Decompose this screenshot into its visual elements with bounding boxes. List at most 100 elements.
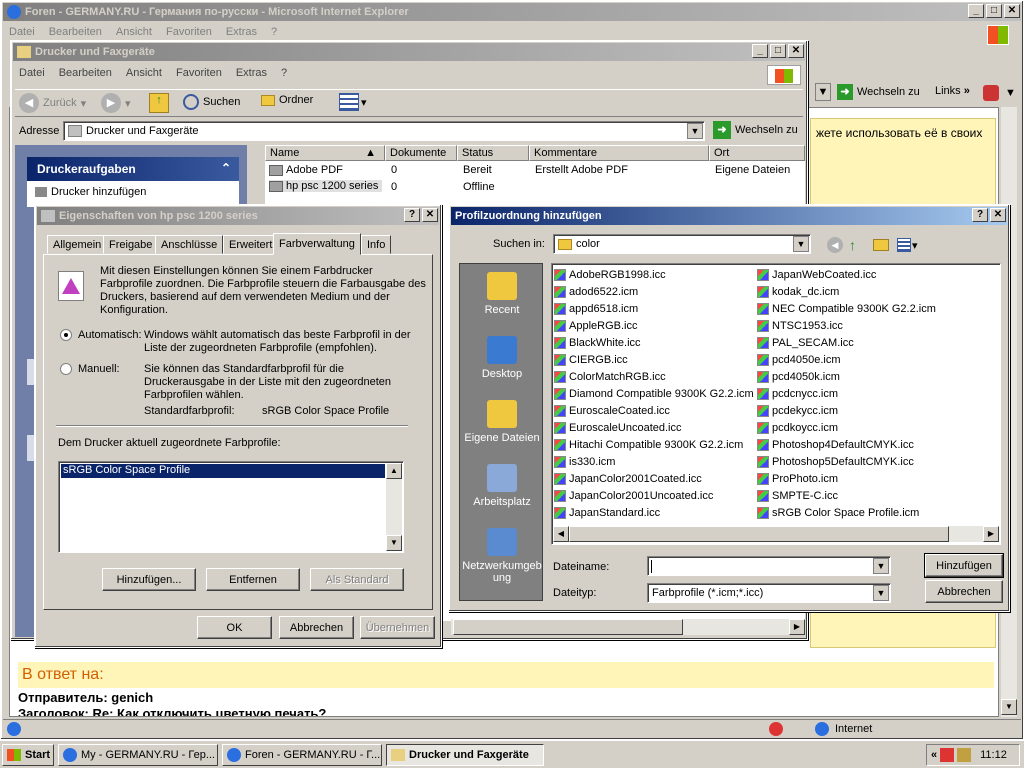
file-item[interactable]: appd6518.icm (554, 300, 638, 317)
file-item[interactable]: NTSC1953.icc (757, 317, 843, 334)
back-icon[interactable]: ◀ (827, 237, 843, 253)
scroll-right-arrow[interactable]: ▶ (789, 619, 805, 635)
taskbar-item-foren-germany[interactable]: Foren - GERMANY.RU - Г... (222, 744, 382, 766)
ie-address-dropdown[interactable]: ▼ (815, 83, 831, 101)
file-item[interactable]: AdobeRGB1998.icc (554, 266, 666, 283)
file-item[interactable]: Diamond Compatible 9300K G2.2.icm (554, 385, 754, 402)
scroll-thumb[interactable] (453, 619, 683, 635)
file-item[interactable]: JapanColor2001Uncoated.icc (554, 487, 713, 504)
ie-title-bar[interactable]: Foren - GERMANY.RU - Германия по-русски … (3, 3, 1021, 21)
menu-ansicht[interactable]: Ansicht (126, 67, 162, 79)
taskbar-item-printers[interactable]: Drucker und Faxgeräte (386, 744, 544, 766)
scroll-right-arrow[interactable]: ▶ (983, 526, 999, 542)
file-item[interactable]: kodak_dc.icm (757, 283, 839, 300)
filetype-combo[interactable]: Farbprofile (*.icm;*.icc) ▼ (647, 583, 891, 603)
tab-farbverwaltung[interactable]: Farbverwaltung (273, 233, 361, 255)
column-comments[interactable]: Kommentare (529, 145, 709, 161)
task-pane-header[interactable]: Druckeraufgaben ⌃ (27, 157, 239, 181)
scroll-left-arrow[interactable]: ◀ (553, 526, 569, 542)
add-profile-title-bar[interactable]: Profilzuordnung hinzufügen (451, 207, 1007, 225)
file-item[interactable]: pcd4050e.icm (757, 351, 841, 368)
file-item[interactable]: JapanWebCoated.icc (757, 266, 876, 283)
filetype-dropdown-arrow[interactable]: ▼ (873, 585, 889, 601)
collapse-chevron-icon[interactable]: ⌃ (221, 161, 231, 175)
list-item[interactable]: sRGB Color Space Profile (61, 464, 385, 478)
close-button[interactable]: ✕ (990, 208, 1006, 222)
menu-bearbeiten[interactable]: Bearbeiten (59, 67, 112, 79)
add-button[interactable]: Hinzufügen (924, 553, 1004, 578)
add-profile-button[interactable]: Hinzufügen... (102, 568, 196, 591)
close-button[interactable]: ✕ (422, 208, 438, 222)
start-button[interactable]: Start (2, 744, 54, 766)
file-item[interactable]: pcdekycc.icm (757, 402, 838, 419)
ie-go-button[interactable]: ➜ Wechseln zu (837, 83, 920, 101)
ie-toolbar-dropdown[interactable]: ▼ (1005, 87, 1016, 99)
new-folder-icon[interactable] (873, 239, 889, 251)
file-item[interactable]: PAL_SECAM.icc (757, 334, 854, 351)
file-item[interactable]: ProPhoto.icm (757, 470, 838, 487)
properties-title-bar[interactable]: Eigenschaften von hp psc 1200 series (37, 207, 439, 225)
folders-button[interactable]: Ordner (261, 94, 313, 106)
column-documents[interactable]: Dokumente (385, 145, 457, 161)
tray-network-icon[interactable] (957, 748, 972, 762)
file-item[interactable]: SMPTE-C.icc (757, 487, 838, 504)
file-item[interactable]: Hitachi Compatible 9300K G2.2.icm (554, 436, 743, 453)
table-row[interactable]: Adobe PDF 0 Bereit Erstellt Adobe PDF Ei… (265, 162, 805, 179)
ie-menu-extras[interactable]: Extras (226, 26, 257, 38)
filename-dropdown-arrow[interactable]: ▼ (873, 558, 889, 574)
file-item[interactable]: CIERGB.icc (554, 351, 628, 368)
tray-expand-chevron-icon[interactable]: « (931, 749, 937, 761)
minimize-button[interactable]: _ (968, 4, 984, 18)
taskbar-item-my-germany[interactable]: My - GERMANY.RU - Гер... (58, 744, 218, 766)
search-button[interactable]: Suchen (183, 94, 240, 110)
maximize-button[interactable]: □ (770, 44, 786, 58)
address-field[interactable]: Drucker und Faxgeräte ▼ (63, 121, 705, 141)
menu-datei[interactable]: Datei (19, 67, 45, 79)
file-item[interactable]: pcdcnycc.icm (757, 385, 838, 402)
file-item[interactable]: Photoshop5DefaultCMYK.icc (757, 453, 914, 470)
scroll-thumb[interactable] (569, 526, 949, 542)
back-button[interactable]: ◀ Zurück ▾ (19, 93, 86, 113)
file-item[interactable]: ColorMatchRGB.icc (554, 368, 666, 385)
auto-radio[interactable]: Automatisch: (60, 329, 142, 341)
place-network[interactable]: Netzwerkumgebung (460, 528, 544, 584)
view-menu-icon[interactable]: ▾ (897, 237, 921, 253)
ok-button[interactable]: OK (197, 616, 272, 639)
column-status[interactable]: Status (457, 145, 529, 161)
column-location[interactable]: Ort (709, 145, 805, 161)
help-button[interactable]: ? (972, 208, 988, 222)
file-list-hscrollbar[interactable]: ◀ ▶ (553, 526, 999, 542)
close-button[interactable]: ✕ (1004, 4, 1020, 18)
maximize-button[interactable]: □ (986, 4, 1002, 18)
menu-favoriten[interactable]: Favoriten (176, 67, 222, 79)
close-button[interactable]: ✕ (788, 44, 804, 58)
ie-links-button[interactable]: Links » (935, 85, 970, 97)
printer-list-hscrollbar[interactable]: ▶ (451, 619, 805, 635)
set-default-button[interactable]: Als Standard (310, 568, 404, 591)
look-in-dropdown-arrow[interactable]: ▼ (793, 236, 809, 252)
scroll-down-arrow[interactable]: ▼ (386, 535, 402, 551)
scroll-up-arrow[interactable]: ▲ (386, 463, 402, 479)
file-item[interactable]: pcd4050k.icm (757, 368, 840, 385)
printers-title-bar[interactable]: Drucker und Faxgeräte (13, 43, 805, 61)
ie-menu-help[interactable]: ? (271, 26, 277, 38)
place-desktop[interactable]: Desktop (460, 336, 544, 380)
forward-button[interactable]: ▶ ▾ (101, 93, 131, 113)
ie-menu-favoriten[interactable]: Favoriten (166, 26, 212, 38)
folder-up-icon[interactable]: ↑ (149, 93, 169, 113)
scroll-down-arrow[interactable]: ▼ (1001, 699, 1017, 715)
place-my-computer[interactable]: Arbeitsplatz (460, 464, 544, 508)
file-item[interactable]: EuroscaleUncoated.icc (554, 419, 682, 436)
ie-menu-ansicht[interactable]: Ansicht (116, 26, 152, 38)
list-vscrollbar[interactable]: ▲ ▼ (386, 463, 402, 551)
file-item[interactable]: is330.icm (554, 453, 615, 470)
file-item[interactable]: JapanStandard.icc (554, 504, 660, 521)
address-go-button[interactable]: ➜ Wechseln zu (713, 121, 798, 139)
assigned-profiles-list[interactable]: sRGB Color Space Profile ▲ ▼ (58, 461, 404, 553)
file-item[interactable]: Photoshop4DefaultCMYK.icc (757, 436, 914, 453)
file-item[interactable]: EuroscaleCoated.icc (554, 402, 670, 419)
tab-freigabe[interactable]: Freigabe (103, 235, 159, 254)
address-dropdown-arrow[interactable]: ▼ (687, 123, 703, 139)
tab-allgemein[interactable]: Allgemein (47, 235, 108, 254)
ie-toolbar-icon[interactable] (983, 85, 999, 101)
